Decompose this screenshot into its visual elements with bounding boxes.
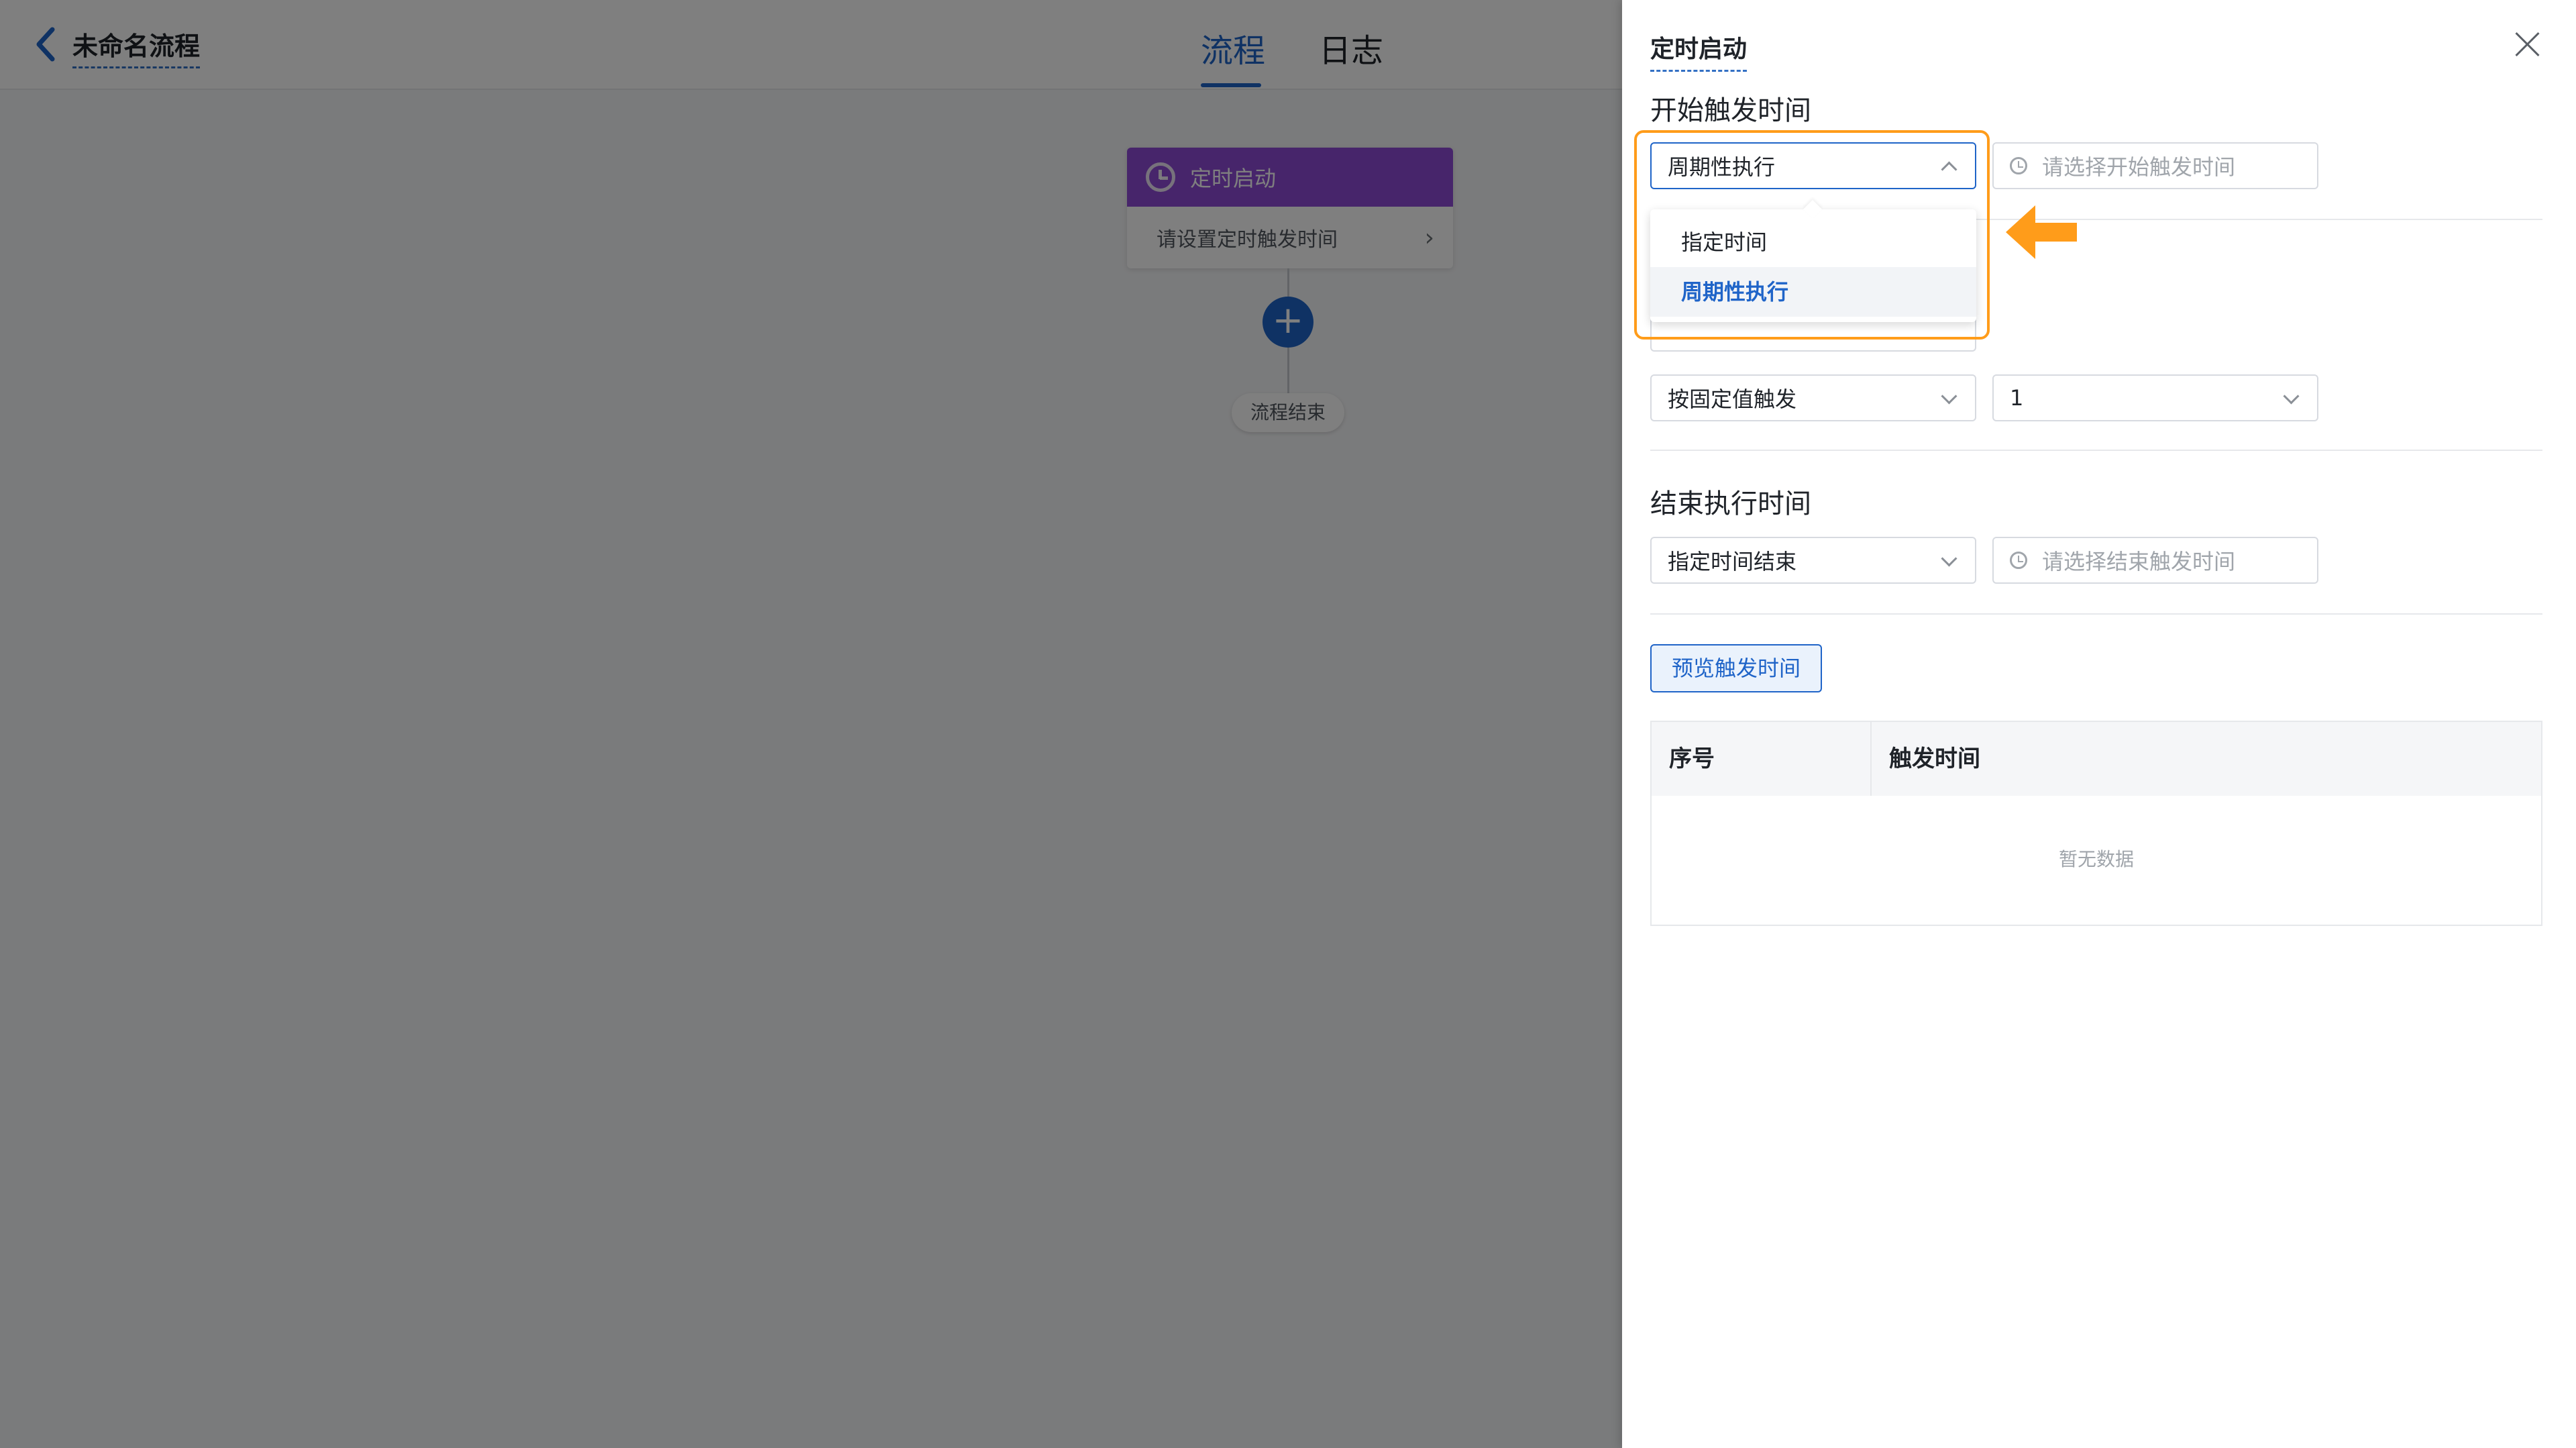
end-mode-select[interactable]: 指定时间结束 <box>1650 537 1976 584</box>
annotation-highlight-box <box>1634 130 1990 340</box>
divider <box>1650 613 2542 615</box>
end-time-label: 结束执行时间 <box>1650 488 1811 519</box>
close-icon[interactable] <box>2513 30 2542 59</box>
chevron-down-icon <box>1941 550 1957 567</box>
trigger-value-select[interactable]: 1 <box>1992 374 2318 421</box>
start-time-label: 开始触发时间 <box>1650 95 1811 126</box>
clock-icon <box>2010 157 2027 174</box>
start-time-placeholder: 请选择开始触发时间 <box>2042 154 2236 180</box>
table-header: 序号 触发时间 <box>1652 722 2541 796</box>
chevron-down-icon <box>2283 388 2300 405</box>
trigger-rule-value: 按固定值触发 <box>1668 386 1797 412</box>
modal-mask[interactable] <box>0 0 1622 1448</box>
chevron-down-icon <box>1941 388 1957 405</box>
clock-icon <box>2010 552 2027 569</box>
trigger-value: 1 <box>2010 385 2024 411</box>
empty-state: 暂无数据 <box>2058 848 2134 870</box>
divider <box>1650 450 2542 451</box>
end-time-picker[interactable]: 请选择结束触发时间 <box>1992 537 2318 584</box>
column-header-index: 序号 <box>1652 722 1872 796</box>
start-time-picker[interactable]: 请选择开始触发时间 <box>1992 142 2318 189</box>
trigger-time-table: 序号 触发时间 暂无数据 <box>1650 721 2542 926</box>
timer-settings-drawer: 定时启动 开始触发时间 周期性执行 请选择开始触发时间 分钟 指定时间 周期性执… <box>1622 0 2576 1448</box>
drawer-title[interactable]: 定时启动 <box>1650 30 1748 72</box>
column-header-trigger-time: 触发时间 <box>1889 745 1980 772</box>
end-mode-value: 指定时间结束 <box>1668 549 1797 574</box>
trigger-rule-select[interactable]: 按固定值触发 <box>1650 374 1976 421</box>
end-time-placeholder: 请选择结束触发时间 <box>2042 549 2236 574</box>
preview-trigger-time-button[interactable]: 预览触发时间 <box>1650 644 1822 692</box>
arrow-left-icon <box>2006 205 2077 259</box>
